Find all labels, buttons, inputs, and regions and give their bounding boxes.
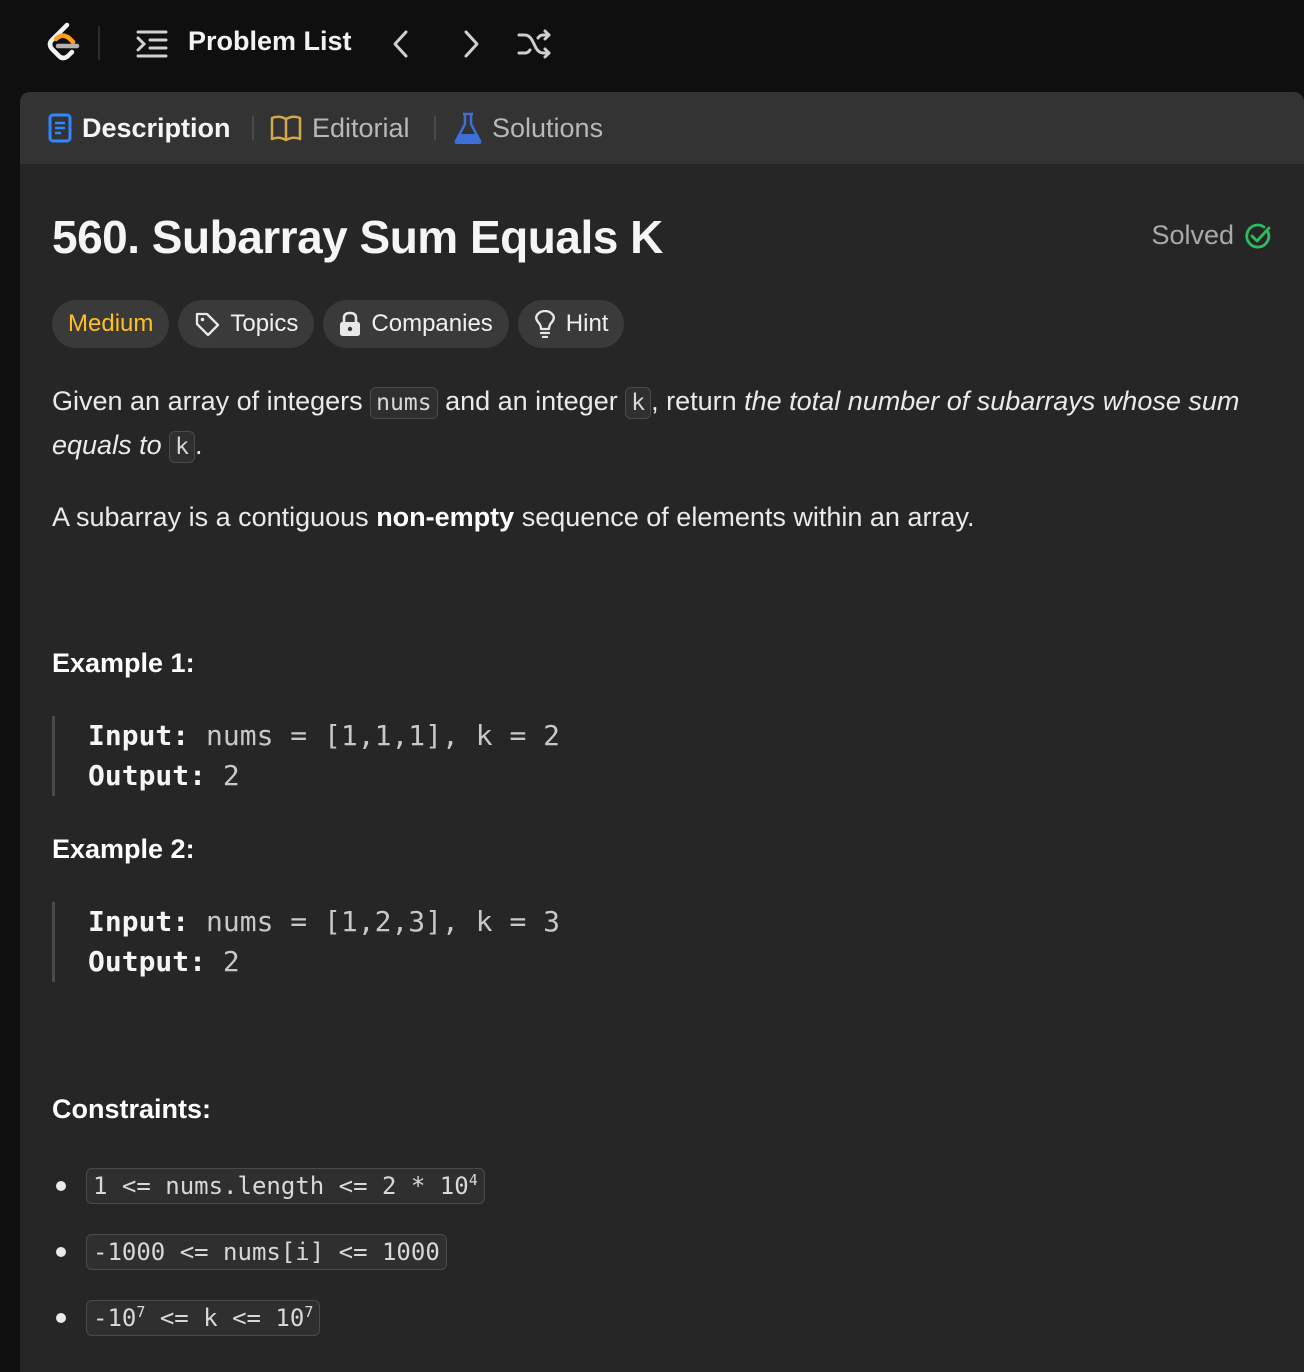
example-1-heading: Example 1: — [52, 648, 195, 678]
problem-list-button[interactable]: Problem List — [188, 26, 352, 57]
leetcode-logo-icon[interactable] — [44, 22, 84, 66]
lightbulb-icon — [534, 310, 555, 338]
tag-icon — [196, 312, 220, 337]
constraint-code: -1000 <= nums[i] <= 1000 — [86, 1234, 447, 1270]
example-2-output: Output: 2 — [88, 942, 752, 982]
solved-status: Solved — [1151, 220, 1272, 251]
subarray-definition: A subarray is a contiguous non-empty seq… — [52, 496, 1282, 538]
description-text: A subarray is a contiguous — [52, 502, 377, 532]
description-text: , return — [651, 386, 745, 416]
hint-label: Hint — [565, 310, 609, 337]
input-value: nums = [1,1,1], k = 2 — [189, 719, 561, 752]
input-label: Input: — [88, 905, 190, 938]
example-2-block: Input: nums = [1,2,3], k = 3 Output: 2 — [52, 902, 752, 982]
constraint-text: <= k <= 10 — [145, 1304, 305, 1332]
tab-bar: Description Editorial Solutions — [20, 92, 1304, 164]
bullet — [56, 1313, 66, 1323]
description-text: . — [194, 430, 203, 460]
difficulty-label: Medium — [68, 310, 154, 337]
lock-icon — [340, 311, 361, 336]
solved-label: Solved — [1151, 220, 1234, 250]
nav-divider — [98, 26, 100, 60]
companies-button[interactable]: Companies — [323, 300, 509, 348]
constraints-heading: Constraints: — [52, 1094, 212, 1124]
difficulty-badge: Medium — [52, 300, 170, 348]
constraint-exponent: 4 — [468, 1171, 478, 1189]
tab-editorial[interactable]: Editorial — [270, 110, 410, 146]
document-icon — [48, 113, 72, 143]
inline-code-k: k — [625, 387, 652, 419]
tab-divider — [252, 116, 254, 140]
hint-button[interactable]: Hint — [517, 300, 625, 348]
constraint-text: -10 — [93, 1304, 137, 1332]
constraint-code: 1 <= nums.length <= 2 * 104 — [86, 1168, 485, 1204]
constraint-text: 1 <= nums.length <= 2 * 10 — [93, 1172, 469, 1200]
description-text — [162, 430, 170, 460]
input-label: Input: — [88, 719, 190, 752]
constraint-item: -107 <= k <= 107 — [56, 1300, 321, 1336]
tab-divider — [434, 116, 436, 140]
problem-title: 560. Subarray Sum Equals K — [52, 211, 663, 263]
description-text: Given an array of integers — [52, 386, 371, 416]
bullet — [56, 1247, 66, 1257]
output-value: 2 — [206, 759, 240, 792]
example-1-output: Output: 2 — [88, 756, 752, 796]
description-text: sequence of elements within an array. — [514, 502, 975, 532]
constraint-exponent: 7 — [304, 1303, 314, 1321]
companies-label: Companies — [371, 310, 493, 337]
constraint-code: -107 <= k <= 107 — [86, 1300, 321, 1336]
input-value: nums = [1,2,3], k = 3 — [189, 905, 561, 938]
output-label: Output: — [88, 759, 207, 792]
tab-solutions[interactable]: Solutions — [454, 110, 603, 146]
check-circle-icon — [1245, 223, 1271, 248]
output-label: Output: — [88, 945, 207, 978]
description-text: and an integer — [437, 386, 626, 416]
tab-solutions-label: Solutions — [492, 112, 604, 143]
example-1-input: Input: nums = [1,1,1], k = 2 — [88, 716, 752, 756]
example-2-heading: Example 2: — [52, 834, 195, 864]
example-2-input: Input: nums = [1,2,3], k = 3 — [88, 902, 752, 942]
output-value: 2 — [206, 945, 240, 978]
constraint-item: -1000 <= nums[i] <= 1000 — [56, 1234, 447, 1270]
tag-chips: Medium Topics Companies Hint — [52, 300, 625, 348]
chevron-right-icon[interactable] — [452, 26, 488, 62]
topics-label: Topics — [230, 310, 299, 337]
constraint-item: 1 <= nums.length <= 2 * 104 — [56, 1168, 485, 1204]
tab-editorial-label: Editorial — [312, 112, 410, 143]
bullet — [56, 1181, 66, 1191]
tab-description-label: Description — [82, 112, 231, 143]
top-nav: Problem List — [0, 0, 1304, 92]
flask-icon — [454, 112, 482, 144]
description-panel: Description Editorial Solutions 560. Sub… — [20, 92, 1304, 1372]
inline-code-k: k — [169, 431, 195, 463]
tab-description[interactable]: Description — [48, 110, 231, 146]
topics-button[interactable]: Topics — [178, 300, 315, 348]
inline-code-nums: nums — [370, 387, 438, 419]
description-bold: non-empty — [376, 502, 515, 532]
constraint-text: -1000 <= nums[i] <= 1000 — [93, 1238, 440, 1266]
list-icon[interactable] — [134, 28, 170, 60]
example-1-block: Input: nums = [1,1,1], k = 2 Output: 2 — [52, 716, 752, 796]
book-icon — [270, 115, 302, 142]
description-paragraph: Given an array of integers nums and an i… — [52, 380, 1282, 468]
shuffle-icon[interactable] — [516, 26, 552, 62]
chevron-left-icon[interactable] — [384, 26, 420, 62]
